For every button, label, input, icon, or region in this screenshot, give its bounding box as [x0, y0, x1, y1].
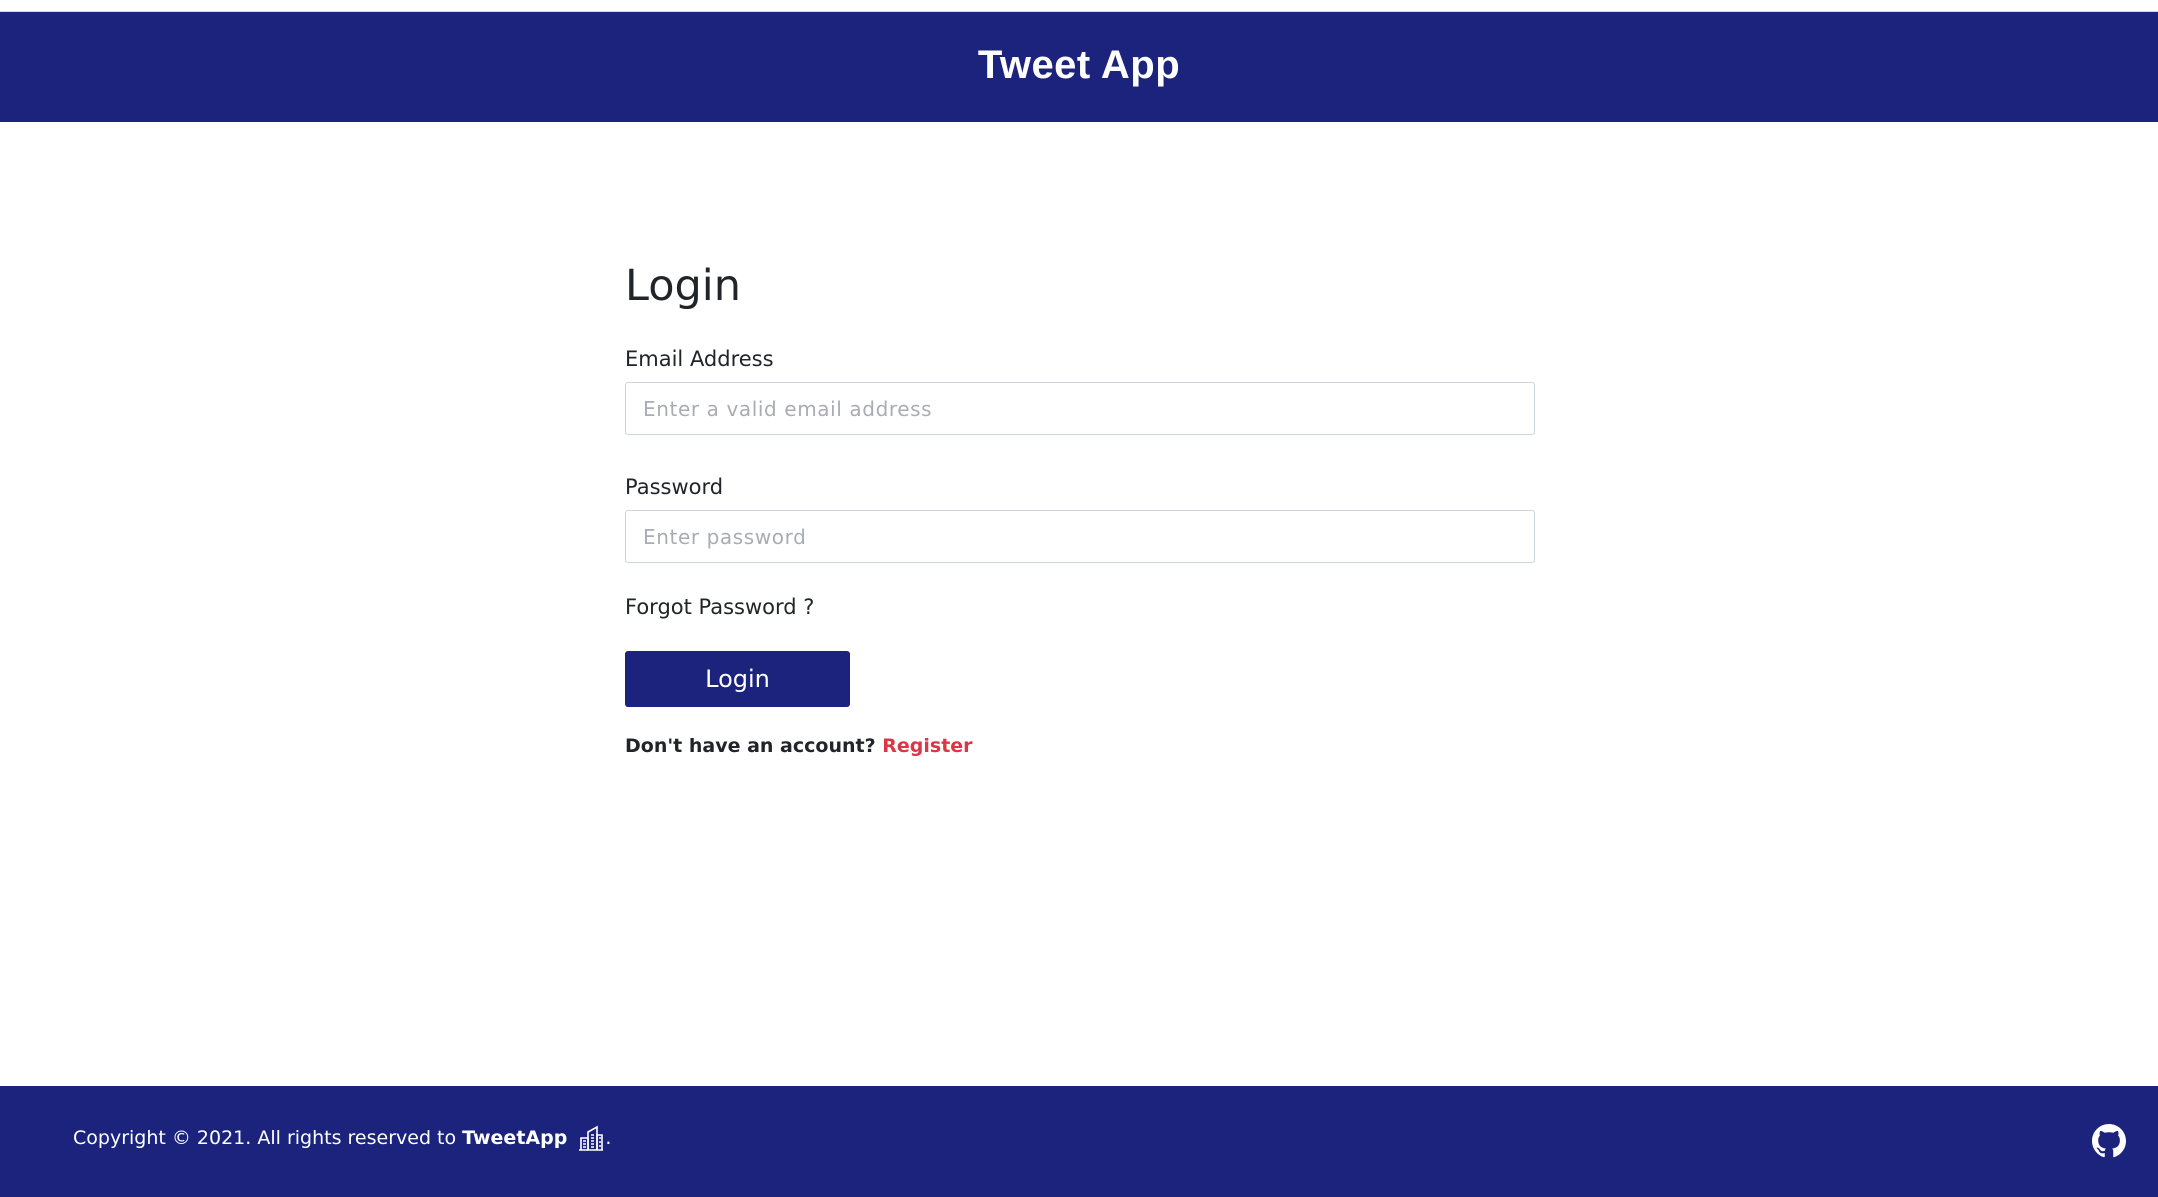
footer-trailing: .	[605, 1127, 612, 1149]
github-icon[interactable]	[2092, 1124, 2126, 1158]
register-prompt: Don't have an account? Register	[625, 735, 1535, 757]
login-form: Login Email Address Password Forgot Pass…	[625, 255, 1535, 757]
email-input[interactable]	[625, 382, 1535, 435]
footer-brand: TweetApp	[462, 1127, 568, 1149]
copyright-text: Copyright © 2021. All rights reserved to	[73, 1127, 457, 1149]
forgot-password-link[interactable]: Forgot Password ?	[625, 595, 814, 619]
page-title: Login	[625, 261, 742, 311]
app-title: Tweet App	[977, 42, 1181, 87]
app-header: Tweet App	[0, 12, 2158, 122]
password-input[interactable]	[625, 510, 1535, 563]
email-label: Email Address	[625, 347, 774, 371]
app-footer: Copyright © 2021. All rights reserved to…	[0, 1086, 2158, 1197]
register-link[interactable]: Register	[882, 735, 972, 757]
no-account-text: Don't have an account?	[625, 735, 876, 757]
login-button[interactable]: Login	[625, 651, 850, 707]
building-icon	[577, 1124, 605, 1152]
copyright: Copyright © 2021. All rights reserved to…	[73, 1124, 611, 1152]
browser-top-strip	[0, 0, 2158, 12]
password-label: Password	[625, 475, 724, 499]
